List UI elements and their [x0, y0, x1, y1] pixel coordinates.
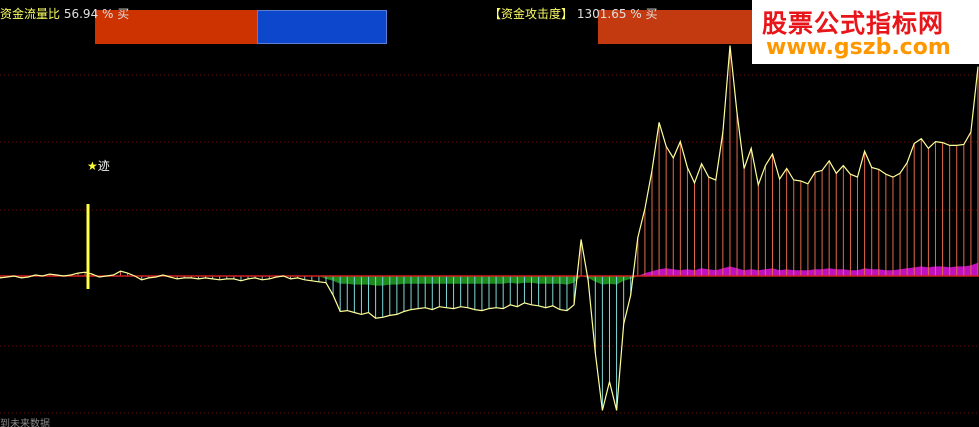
- watermark-url: www.gszb.com: [766, 35, 951, 60]
- positive-fill-area: [0, 262, 978, 276]
- watermark-logo: 股票公式指标网 www.gszb.com: [752, 0, 979, 64]
- capital-flow-ratio-label: 资金流量比: [0, 7, 61, 21]
- star-icon: ★: [87, 159, 98, 173]
- signal-marker-label: ★迹: [87, 157, 110, 174]
- footnote-text: 到未来数据: [0, 419, 50, 427]
- chart-plot: [0, 45, 979, 414]
- chart-panel: 资金流量比 56.94 % 买 【资金攻击度】 1301.65 % 买 ★迹 股…: [0, 0, 979, 427]
- main-series-line: [0, 45, 979, 411]
- marker-text: 迹: [97, 159, 110, 173]
- capital-attack-readout: 【资金攻击度】 1301.65 % 买: [489, 7, 658, 21]
- flow-buy-bar: [257, 10, 387, 44]
- capital-attack-value: 1301.65 % 买: [576, 7, 658, 21]
- capital-flow-ratio-value: 56.94 % 买: [63, 7, 130, 21]
- capital-attack-label: 【资金攻击度】: [489, 7, 574, 21]
- capital-flow-ratio-readout: 资金流量比 56.94 % 买: [0, 7, 129, 21]
